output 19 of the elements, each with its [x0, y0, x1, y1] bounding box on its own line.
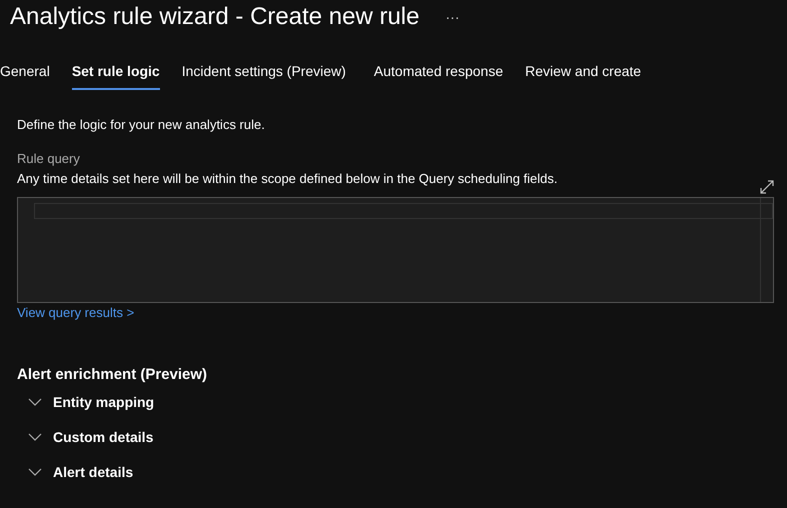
tab[interactable]: Automated response	[374, 58, 504, 90]
expand-icon[interactable]	[760, 180, 774, 194]
tab[interactable]: Incident settings (Preview)	[182, 58, 346, 90]
page-title: Analytics rule wizard - Create new rule	[10, 3, 420, 31]
chevron-icon	[28, 432, 42, 440]
chevron-icon	[28, 468, 42, 476]
field-description: Any time details set here will be within the scope defined below in the Query scheduling fields.	[17, 171, 558, 186]
chevron-icon	[28, 398, 42, 406]
tab[interactable]: Set rule logic	[72, 58, 160, 90]
tab[interactable]: General	[0, 58, 50, 90]
field-label: Rule query	[17, 151, 81, 166]
intro-text: Define the logic for your new analytics rule.	[17, 117, 266, 132]
tab[interactable]: Review and create	[525, 58, 642, 90]
section-toggle[interactable]: Alert details	[28, 454, 134, 489]
view-results-link[interactable]: View query results >	[17, 305, 134, 320]
section-toggle[interactable]: Entity mapping	[28, 384, 154, 419]
section-heading: Alert enrichment (Preview)	[17, 366, 208, 383]
more-options-button[interactable]: ···	[442, 7, 464, 27]
section-toggle[interactable]: Custom details	[28, 419, 154, 454]
